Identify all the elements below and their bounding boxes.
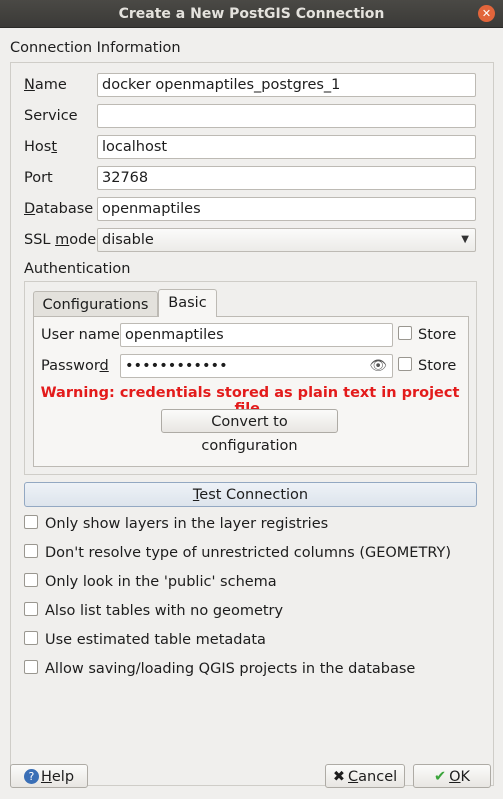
checkbox-box[interactable] (24, 631, 38, 645)
password-label: Password (41, 358, 109, 374)
option-save-projects-in-database[interactable]: Allow saving/loading QGIS projects in th… (24, 660, 415, 677)
show-password-eye-icon[interactable]: 👁 (369, 355, 387, 377)
ssl-mode-value: disable (102, 232, 154, 248)
checkbox-box[interactable] (24, 573, 38, 587)
ok-button[interactable]: ✔ OK (413, 764, 491, 788)
store-password-label: Store (418, 358, 457, 374)
connection-info-title: Connection Information (10, 40, 181, 56)
service-label: Service (24, 108, 78, 124)
name-field[interactable]: docker openmaptiles_postgres_1 (97, 73, 476, 97)
option-only-show-layers-registries[interactable]: Only show layers in the layer registries (24, 515, 328, 532)
tab-basic[interactable]: Basic (158, 289, 217, 317)
checkbox-box[interactable] (24, 544, 38, 558)
help-button[interactable]: ? Help (10, 764, 88, 788)
option-only-public-schema[interactable]: Only look in the 'public' schema (24, 573, 277, 590)
host-label: Host (24, 139, 58, 155)
password-value: •••••••••••• (125, 358, 228, 374)
port-label: Port (24, 170, 53, 186)
checkbox-box[interactable] (24, 660, 38, 674)
store-username-label: Store (418, 327, 457, 343)
option-estimated-table-metadata[interactable]: Use estimated table metadata (24, 631, 266, 648)
window-titlebar: Create a New PostGIS Connection ✕ (0, 0, 503, 28)
cancel-button[interactable]: ✖ Cancel (325, 764, 405, 788)
window-title: Create a New PostGIS Connection (118, 5, 385, 22)
checkbox-box[interactable] (398, 326, 412, 340)
name-label: Name (24, 77, 67, 93)
host-field[interactable]: localhost (97, 135, 476, 159)
username-label: User name (41, 327, 120, 343)
option-dont-resolve-geometry-type[interactable]: Don't resolve type of unrestricted colum… (24, 544, 451, 561)
checkbox-box[interactable] (398, 357, 412, 371)
password-field[interactable]: •••••••••••• 👁 (120, 354, 393, 378)
option-list-tables-no-geometry[interactable]: Also list tables with no geometry (24, 602, 283, 619)
ssl-mode-label: SSL mode (24, 232, 97, 248)
checkbox-box[interactable] (24, 602, 38, 616)
convert-to-configuration-button[interactable]: Convert to configuration (161, 409, 338, 454)
close-icon[interactable]: ✕ (478, 5, 495, 22)
port-field[interactable]: 32768 (97, 166, 476, 190)
username-field[interactable]: openmaptiles (120, 323, 393, 347)
cancel-icon: ✖ (332, 769, 346, 785)
checkbox-box[interactable] (24, 515, 38, 529)
ssl-mode-select[interactable]: disable ▼ (97, 228, 476, 252)
database-label: Database (24, 201, 94, 217)
checkmark-icon: ✔ (433, 769, 447, 785)
help-icon: ? (23, 768, 39, 784)
store-username-checkbox[interactable]: Store (398, 326, 457, 343)
store-password-checkbox[interactable]: Store (398, 357, 457, 374)
service-field[interactable] (97, 104, 476, 128)
database-field[interactable]: openmaptiles (97, 197, 476, 221)
test-connection-button[interactable]: Test Connection (24, 482, 477, 507)
dropdown-arrow-icon: ▼ (461, 234, 469, 245)
tab-configurations[interactable]: Configurations (33, 291, 158, 317)
authentication-title: Authentication (24, 261, 131, 277)
